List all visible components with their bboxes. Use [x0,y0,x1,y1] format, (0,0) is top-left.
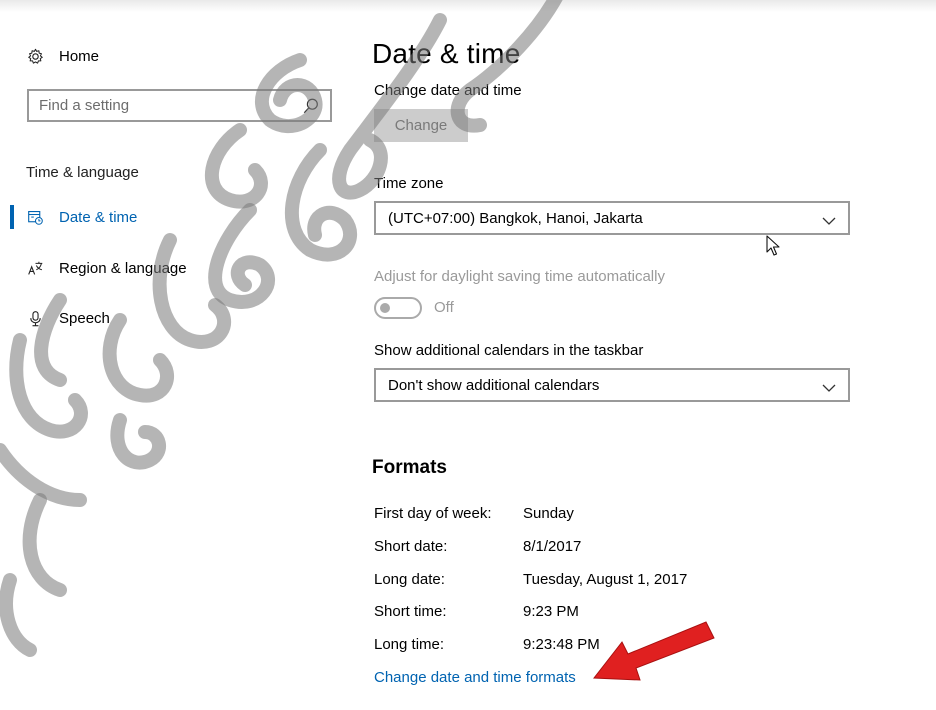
calendar-clock-icon [26,208,44,226]
gear-icon [26,47,44,65]
format-key: Long time: [374,636,445,653]
timezone-value: (UTC+07:00) Bangkok, Hanoi, Jakarta [388,209,643,227]
search-icon[interactable] [302,97,320,115]
dst-label: Adjust for daylight saving time automati… [374,268,665,285]
timezone-dropdown[interactable]: (UTC+07:00) Bangkok, Hanoi, Jakarta [374,201,850,235]
format-value: 9:23 PM [523,603,579,620]
formats-title: Formats [372,457,447,478]
sidebar-item-region-language[interactable]: Region & language [10,254,187,282]
timezone-label: Time zone [374,175,444,192]
format-value: Sunday [523,505,574,522]
chevron-down-icon [822,213,836,225]
calendars-dropdown[interactable]: Don't show additional calendars [374,368,850,402]
format-key: First day of week: [374,505,492,522]
sidebar-section-label: Time & language [26,164,139,181]
sidebar-item-label: Region & language [59,259,187,277]
mouse-cursor-icon [766,235,780,256]
calendars-label: Show additional calendars in the taskbar [374,342,644,359]
search-box[interactable] [27,89,332,122]
settings-window: Home Time & language [0,0,936,710]
inactive-indicator [10,306,14,330]
sidebar: Home Time & language [0,0,350,710]
microphone-icon [26,309,44,327]
change-date-time-label: Change date and time [374,82,522,99]
format-key: Long date: [374,571,445,588]
sidebar-item-date-time[interactable]: Date & time [10,203,137,231]
format-key: Short time: [374,603,447,620]
change-formats-link[interactable]: Change date and time formats [374,669,576,686]
sidebar-item-label: Date & time [59,208,138,226]
annotation-arrow-icon [593,621,715,681]
search-input[interactable] [39,97,302,114]
inactive-indicator [10,256,14,280]
format-key: Short date: [374,538,448,555]
chevron-down-icon [822,380,836,392]
format-value: Tuesday, August 1, 2017 [523,571,688,588]
change-button[interactable]: Change [374,109,468,142]
dst-toggle-state: Off [434,299,454,316]
sidebar-item-label: Speech [59,309,110,327]
format-value: 8/1/2017 [523,538,582,555]
page-title: Date & time [372,38,521,69]
nav-home-label: Home [59,47,100,65]
dst-toggle[interactable] [374,297,422,319]
sidebar-item-speech[interactable]: Speech [10,304,110,332]
active-indicator [10,205,14,229]
toggle-knob [380,303,390,313]
calendars-value: Don't show additional calendars [388,376,600,394]
language-icon [26,259,44,277]
nav-home[interactable]: Home [26,44,99,68]
